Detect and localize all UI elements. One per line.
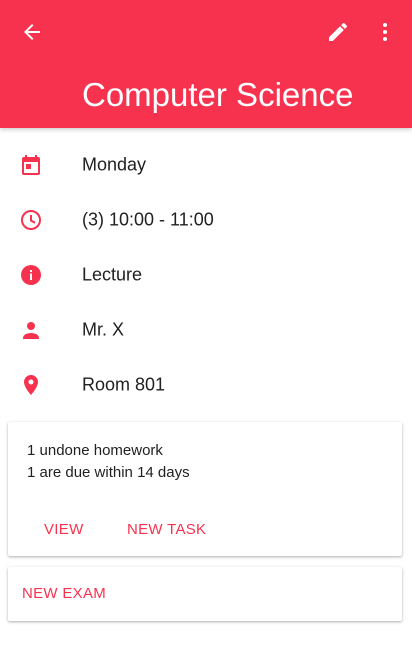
more-options-button[interactable]: [365, 12, 405, 52]
detail-row-type: Lecture: [0, 247, 412, 302]
app-bar: Computer Science: [0, 0, 412, 128]
clock-icon: [19, 208, 43, 232]
edit-button[interactable]: [318, 12, 358, 52]
time-text: (3) 10:00 - 11:00: [82, 209, 214, 229]
new-task-button[interactable]: NEW TASK: [127, 521, 206, 538]
view-button[interactable]: VIEW: [44, 521, 84, 538]
exam-card: NEW EXAM: [8, 567, 402, 621]
more-vertical-icon: [383, 23, 387, 41]
room-text: Room 801: [82, 374, 166, 394]
page-title: Computer Science: [82, 76, 354, 113]
detail-row-room: Room 801: [0, 357, 412, 412]
detail-row-time: (3) 10:00 - 11:00: [0, 192, 412, 247]
person-icon: [19, 318, 43, 342]
info-icon: [19, 263, 43, 287]
calendar-icon: [19, 153, 43, 177]
type-text: Lecture: [82, 264, 143, 284]
detail-row-teacher: Mr. X: [0, 302, 412, 357]
detail-row-day: Monday: [0, 137, 412, 192]
location-pin-icon: [19, 373, 43, 397]
arrow-back-icon: [24, 24, 40, 40]
back-button[interactable]: [12, 12, 52, 52]
teacher-text: Mr. X: [82, 319, 125, 339]
homework-undone-count: 1 undone homework: [27, 442, 163, 459]
new-exam-button[interactable]: NEW EXAM: [22, 585, 106, 602]
homework-card: 1 undone homework 1 are due within 14 da…: [8, 422, 402, 556]
homework-due-summary: 1 are due within 14 days: [27, 464, 190, 481]
day-text: Monday: [82, 154, 147, 174]
pencil-icon: [329, 22, 348, 41]
